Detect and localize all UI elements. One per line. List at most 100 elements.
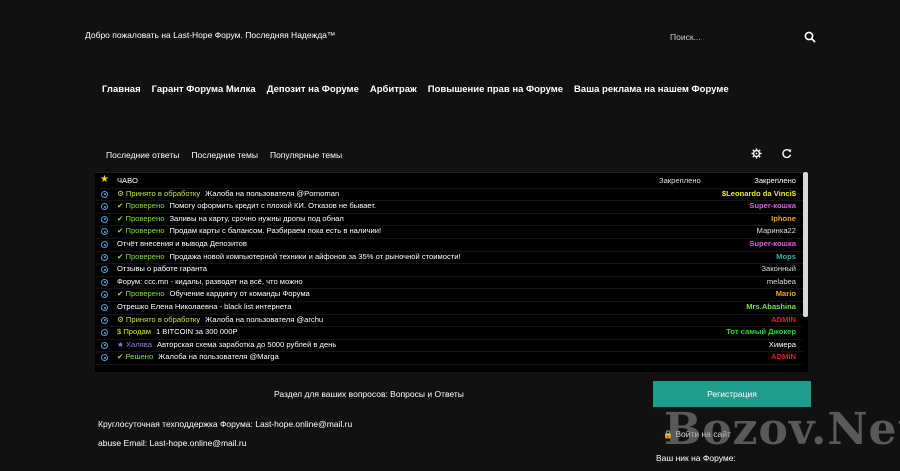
topic-last-author[interactable]: melabea	[767, 276, 796, 289]
tab-latest-topics[interactable]: Последние темы	[191, 150, 258, 160]
topic-last-author[interactable]: Mrs.Abashina	[746, 301, 796, 314]
topic-last-author[interactable]: Super-кошка	[749, 238, 796, 251]
topic-status-icon	[101, 304, 108, 311]
topic-title-wrap[interactable]: ✔ Проверено Продажа новой компьютерной те…	[117, 251, 461, 264]
topic-prefix-label: Решено	[125, 352, 154, 362]
topic-row[interactable]: ★ Халява Авторская схема заработка до 500…	[95, 339, 808, 353]
nav-garant[interactable]: Гарант Форума Милка	[152, 84, 256, 95]
topic-row[interactable]: ✔ Проверено Помогу оформить кредит с плох…	[95, 200, 808, 214]
topic-row[interactable]: ⚙ Принято в обработку Жалоба на пользоват…	[95, 314, 808, 328]
topic-row[interactable]: ⚙ Принято в обработку Жалоба на пользоват…	[95, 188, 808, 202]
nav-arbitration[interactable]: Арбитраж	[370, 84, 417, 95]
search-input[interactable]	[670, 29, 795, 45]
refresh-icon[interactable]	[781, 148, 792, 159]
topic-title-wrap[interactable]: Форум: ccc.mn - кидалы, разводят на всё,…	[117, 276, 303, 289]
topic-row[interactable]: ✔ Решено Жалоба на пользователя @Marga ADM…	[95, 351, 808, 365]
topic-last-author[interactable]: Mario	[776, 288, 796, 301]
topic-row[interactable]: Отзывы о работе гаранта Законный	[95, 263, 808, 277]
topic-title-wrap[interactable]: ✔ Проверено Обучение кардингу от команды …	[117, 288, 310, 301]
topic-status-icon	[101, 215, 108, 223]
tab-latest-replies[interactable]: Последние ответы	[106, 150, 179, 160]
topic-last-author[interactable]: $Leonardo da Vinci$	[722, 188, 796, 201]
topic-title-wrap[interactable]: ✔ Проверено Заливы на карту, срочно нужны…	[117, 213, 344, 226]
topic-title[interactable]: Отзывы о работе гаранта	[117, 264, 207, 273]
topic-title[interactable]: Отрешко Елена Николаевна - black list ин…	[117, 302, 291, 311]
topic-title[interactable]: Жалоба на пользователя @Pornoman	[205, 189, 339, 198]
tab-popular-topics[interactable]: Популярные темы	[270, 150, 342, 160]
scrollbar-thumb[interactable]	[803, 172, 808, 317]
topic-title-wrap[interactable]: Отзывы о работе гаранта	[117, 263, 207, 276]
spin-icon: ⚙	[117, 188, 126, 198]
nickname-label: Ваш ник на Форуме:	[656, 453, 736, 463]
search-icon[interactable]	[804, 31, 816, 43]
topic-status-icon	[101, 278, 108, 286]
topic-row[interactable]: Форум: ccc.mn - кидалы, разводят на всё,…	[95, 276, 808, 290]
topic-last-author[interactable]: Химера	[769, 339, 796, 352]
register-button[interactable]: Регистрация	[653, 381, 811, 407]
topic-title[interactable]: Жалоба на пользователя @Marga	[158, 352, 279, 361]
topic-list-scrollbar[interactable]	[803, 172, 808, 371]
topic-last-author[interactable]: ADMIN	[771, 351, 796, 364]
topic-title[interactable]: ЧАВО	[117, 176, 138, 185]
topic-title[interactable]: Отчёт внесения и вывода Депозитов	[117, 239, 247, 248]
topic-row[interactable]: Отрешко Елена Николаевна - black list ин…	[95, 301, 808, 315]
topic-prefix-badge: ✔ Проверено	[117, 201, 164, 210]
topic-prefix-label: Продам	[123, 327, 151, 337]
abuse-contact: abuse Email: Last-hope.online@mail.ru	[98, 438, 247, 448]
section-text: Раздел для ваших вопросов: Вопросы и Отв…	[274, 389, 464, 399]
topic-title-wrap[interactable]: ⚙ Принято в обработку Жалоба на пользоват…	[117, 188, 339, 201]
topic-last-author[interactable]: Mops	[776, 251, 796, 264]
topic-last-author[interactable]: Тот самый Джокер	[726, 326, 796, 339]
topic-title[interactable]: Авторская схема заработка до 5000 рублей…	[157, 340, 336, 349]
lock-icon: 🔒	[663, 430, 673, 439]
topic-last-author[interactable]: Маринка22	[757, 225, 796, 238]
gift-icon: ★	[117, 339, 126, 349]
topic-last-author[interactable]: Законный	[761, 263, 796, 276]
topic-pinned-label: Закреплено	[659, 176, 701, 185]
topic-title-wrap[interactable]: ⚙ Принято в обработку Жалоба на пользоват…	[117, 314, 323, 327]
topic-row[interactable]: Отчёт внесения и вывода Депозитов Super-к…	[95, 238, 808, 252]
topic-row[interactable]: ✔ Проверено Заливы на карту, срочно нужны…	[95, 213, 808, 227]
topic-title-wrap[interactable]: ЧАВО	[117, 175, 138, 188]
topic-last-author[interactable]: Закреплено	[754, 175, 796, 188]
nav-home[interactable]: Главная	[102, 84, 141, 95]
nav-rank-up[interactable]: Повышение прав на Форуме	[428, 84, 563, 95]
nav-advertising[interactable]: Ваша реклама на нашем Форуме	[574, 84, 729, 95]
topic-title-wrap[interactable]: $ Продам 1 BITCOIN за 300 000Р	[117, 326, 238, 339]
topic-prefix-badge: ✔ Проверено	[117, 214, 164, 223]
topic-row[interactable]: $ Продам 1 BITCOIN за 300 000Р Тот самый Д…	[95, 326, 808, 340]
topic-row[interactable]: ✔ Проверено Обучение кардингу от команды …	[95, 288, 808, 302]
topic-title-wrap[interactable]: ✔ Проверено Помогу оформить кредит с плох…	[117, 200, 376, 213]
topic-title[interactable]: Помогу оформить кредит с плохой КИ. Отка…	[169, 201, 376, 210]
topic-title-wrap[interactable]: ✔ Решено Жалоба на пользователя @Marga	[117, 351, 279, 364]
topic-title[interactable]: Заливы на карту, срочно нужны дропы под …	[169, 214, 343, 223]
topic-last-author[interactable]: Super-кошка	[749, 200, 796, 213]
topic-title-wrap[interactable]: Отрешко Елена Николаевна - black list ин…	[117, 301, 291, 314]
topic-title-wrap[interactable]: ✔ Проверено Продам карты с балансом. Разб…	[117, 225, 381, 238]
topic-title[interactable]: Продам карты с балансом. Разбираем пока …	[169, 226, 381, 235]
topic-title[interactable]: Обучение кардингу от команды Форума	[169, 289, 309, 298]
topic-prefix-label: Принято в обработку	[125, 314, 201, 324]
topic-row[interactable]: ★ ЧАВО Закреплено Закреплено	[95, 174, 808, 189]
topic-title[interactable]: 1 BITCOIN за 300 000Р	[156, 327, 238, 336]
topic-last-author[interactable]: ADMIN	[771, 314, 796, 327]
topic-title[interactable]: Продажа новой компьютерной техники и айф…	[169, 252, 460, 261]
topic-prefix-label: Проверено	[125, 289, 165, 299]
topic-row[interactable]: ✔ Проверено Продам карты с балансом. Разб…	[95, 225, 808, 239]
topic-title[interactable]: Жалоба на пользователя @archu	[205, 315, 323, 324]
search-box[interactable]	[670, 29, 820, 47]
topic-title[interactable]: Форум: ccc.mn - кидалы, разводят на всё,…	[117, 277, 303, 286]
support-contact: Круглосуточная техподдержка Форума: Last…	[98, 419, 353, 429]
topic-title-wrap[interactable]: ★ Халява Авторская схема заработка до 500…	[117, 339, 336, 352]
topic-prefix-badge: ★ Халява	[117, 340, 152, 349]
topic-last-author[interactable]: Iphone	[771, 213, 796, 226]
gear-icon[interactable]	[751, 148, 762, 159]
topic-row[interactable]: ✔ Проверено Продажа новой компьютерной те…	[95, 251, 808, 265]
topic-prefix-badge: ⚙ Принято в обработку	[117, 189, 200, 198]
nav-deposit[interactable]: Депозит на Форуме	[267, 84, 359, 95]
topic-status-icon	[101, 354, 108, 362]
topic-tabs: Последние ответы Последние темы Популярн…	[106, 150, 342, 160]
topic-title-wrap[interactable]: Отчёт внесения и вывода Депозитов	[117, 238, 247, 251]
topic-prefix-label: Проверено	[125, 251, 165, 261]
login-link[interactable]: 🔒 Войти на сайт	[663, 429, 731, 439]
